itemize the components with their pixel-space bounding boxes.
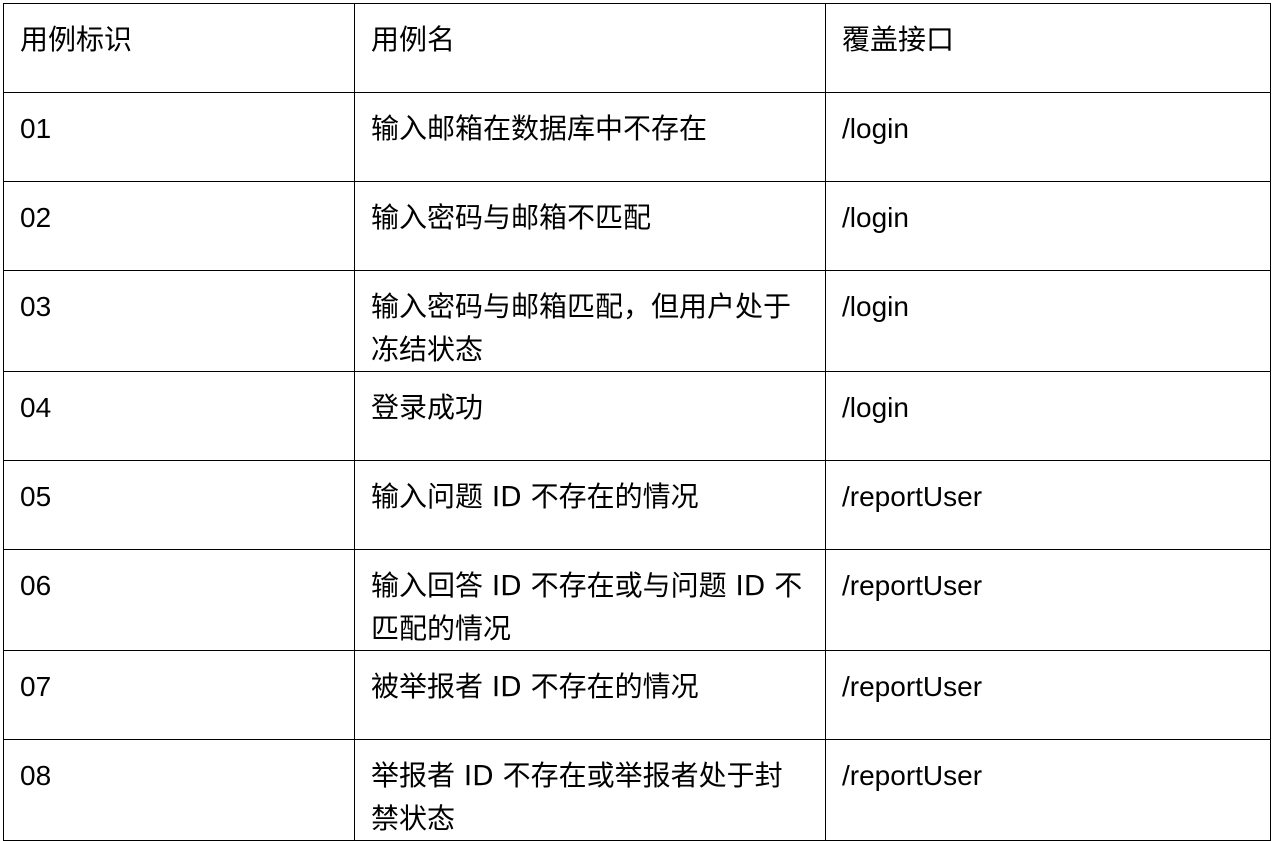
case-api-cell: /login (825, 92, 1271, 182)
header-case-id: 用例标识 (3, 3, 355, 93)
case-api-cell: /login (825, 270, 1271, 372)
case-id-cell: 07 (3, 650, 355, 740)
case-id-cell: 02 (3, 181, 355, 271)
table-row: 08 举报者 ID 不存在或举报者处于封禁状态 /reportUser (3, 739, 1271, 841)
case-api-cell: /reportUser (825, 739, 1271, 841)
case-api-cell: /reportUser (825, 460, 1271, 550)
table-row: 02 输入密码与邮箱不匹配 /login (3, 181, 1271, 271)
case-api-cell: /reportUser (825, 549, 1271, 651)
header-case-name: 用例名 (354, 3, 826, 93)
case-id-cell: 04 (3, 371, 355, 461)
case-api-cell: /login (825, 371, 1271, 461)
case-name-cell: 举报者 ID 不存在或举报者处于封禁状态 (354, 739, 826, 841)
header-covered-api: 覆盖接口 (825, 3, 1271, 93)
table-row: 01 输入邮箱在数据库中不存在 /login (3, 92, 1271, 182)
case-name-cell: 登录成功 (354, 371, 826, 461)
case-name-cell: 输入密码与邮箱匹配，但用户处于冻结状态 (354, 270, 826, 372)
case-name-cell: 输入问题 ID 不存在的情况 (354, 460, 826, 550)
table-row: 03 输入密码与邮箱匹配，但用户处于冻结状态 /login (3, 270, 1271, 372)
case-id-cell: 08 (3, 739, 355, 841)
case-id-cell: 01 (3, 92, 355, 182)
case-id-cell: 05 (3, 460, 355, 550)
case-name-cell: 输入密码与邮箱不匹配 (354, 181, 826, 271)
case-name-cell: 输入邮箱在数据库中不存在 (354, 92, 826, 182)
test-case-table: 用例标识 用例名 覆盖接口 01 输入邮箱在数据库中不存在 /login 02 … (3, 3, 1271, 841)
table-row: 06 输入回答 ID 不存在或与问题 ID 不匹配的情况 /reportUser (3, 549, 1271, 651)
case-id-cell: 03 (3, 270, 355, 372)
case-name-cell: 输入回答 ID 不存在或与问题 ID 不匹配的情况 (354, 549, 826, 651)
table-row: 07 被举报者 ID 不存在的情况 /reportUser (3, 650, 1271, 740)
case-api-cell: /reportUser (825, 650, 1271, 740)
case-name-cell: 被举报者 ID 不存在的情况 (354, 650, 826, 740)
table-row: 04 登录成功 /login (3, 371, 1271, 461)
table-header-row: 用例标识 用例名 覆盖接口 (3, 3, 1271, 93)
table-row: 05 输入问题 ID 不存在的情况 /reportUser (3, 460, 1271, 550)
case-api-cell: /login (825, 181, 1271, 271)
case-id-cell: 06 (3, 549, 355, 651)
